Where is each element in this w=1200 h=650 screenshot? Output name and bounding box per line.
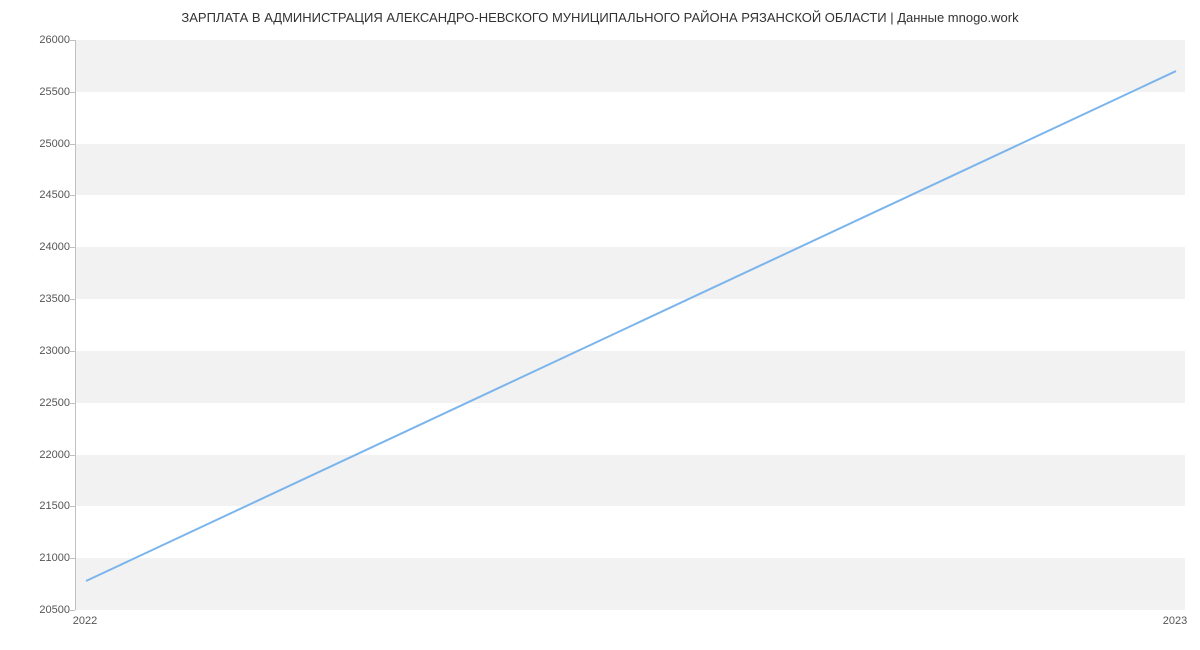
y-tick-mark (70, 247, 75, 248)
data-line (86, 71, 1176, 581)
y-tick-mark (70, 351, 75, 352)
y-tick-label: 20500 (10, 604, 70, 616)
y-tick-label: 26000 (10, 34, 70, 46)
y-tick-label: 21500 (10, 500, 70, 512)
chart-container: ЗАРПЛАТА В АДМИНИСТРАЦИЯ АЛЕКСАНДРО-НЕВС… (0, 0, 1200, 650)
y-tick-label: 22500 (10, 397, 70, 409)
y-tick-mark (70, 195, 75, 196)
y-tick-label: 23500 (10, 293, 70, 305)
line-layer (76, 40, 1185, 609)
y-tick-label: 23000 (10, 345, 70, 357)
y-tick-mark (70, 403, 75, 404)
y-tick-mark (70, 92, 75, 93)
y-tick-label: 22000 (10, 449, 70, 461)
y-tick-mark (70, 144, 75, 145)
y-tick-mark (70, 299, 75, 300)
y-tick-label: 25000 (10, 138, 70, 150)
y-tick-label: 24500 (10, 189, 70, 201)
y-tick-label: 24000 (10, 241, 70, 253)
y-tick-mark (70, 506, 75, 507)
plot-area (75, 40, 1185, 610)
chart-title: ЗАРПЛАТА В АДМИНИСТРАЦИЯ АЛЕКСАНДРО-НЕВС… (0, 10, 1200, 25)
y-tick-mark (70, 558, 75, 559)
y-tick-label: 21000 (10, 552, 70, 564)
y-tick-mark (70, 40, 75, 41)
x-tick-label: 2023 (1163, 615, 1187, 627)
y-tick-mark (70, 455, 75, 456)
x-tick-label: 2022 (73, 615, 97, 627)
y-tick-label: 25500 (10, 86, 70, 98)
y-tick-mark (70, 610, 75, 611)
